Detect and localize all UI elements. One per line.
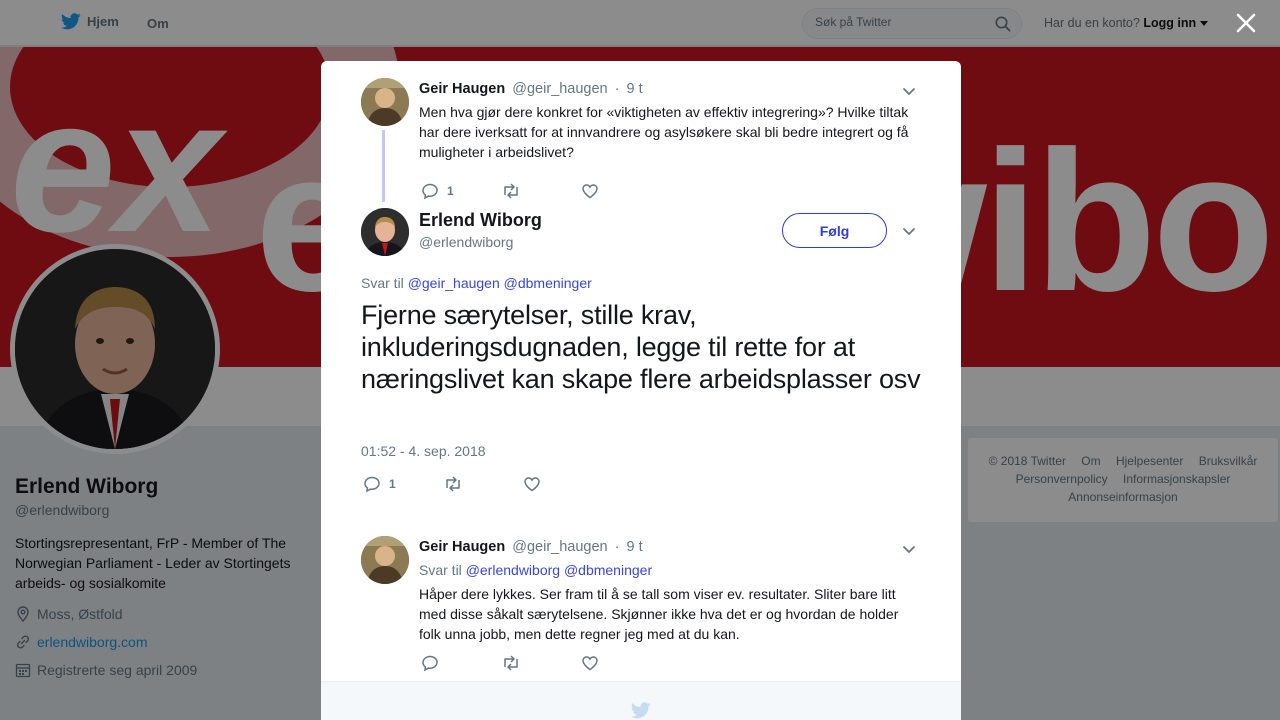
main-tweet-header: Erlend Wiborg @erlendwiborg Følg <box>361 208 921 264</box>
like-button[interactable] <box>523 475 603 493</box>
parent-tweet-actions: 1 <box>421 182 661 200</box>
main-tweet-author-name[interactable]: Erlend Wiborg <box>419 210 542 231</box>
main-tweet-reply-context: Svar til @geir_haugen @dbmeninger <box>361 275 592 291</box>
parent-tweet-separator: · <box>614 81 620 97</box>
parent-tweet[interactable]: Geir Haugen @geir_haugen · 9 t Men hva g… <box>361 78 921 200</box>
retweet-button[interactable] <box>443 475 523 493</box>
reply-button[interactable]: 1 <box>421 182 501 200</box>
main-tweet-text: Fjerne særytelser, stille krav, inkluder… <box>361 300 921 394</box>
chevron-down-icon <box>903 228 915 236</box>
reply-tweet-author-handle[interactable]: @geir_haugen <box>512 539 607 555</box>
chevron-down-icon <box>903 546 915 554</box>
reply-tweet-header: Geir Haugen @geir_haugen · 9 t <box>419 539 643 555</box>
mention-link[interactable]: @geir_haugen <box>408 275 500 291</box>
parent-tweet-text: Men hva gjør dere konkret for «viktighet… <box>419 104 909 160</box>
main-tweet-avatar[interactable] <box>361 208 409 256</box>
reply-tweet-separator: · <box>614 539 620 555</box>
reply-button[interactable] <box>421 654 501 672</box>
avatar-image <box>361 208 409 256</box>
reply-tweet-time[interactable]: 9 t <box>627 539 643 555</box>
twitter-bird-icon <box>631 702 651 719</box>
mention-link[interactable]: @dbmeninger <box>504 275 592 291</box>
reply-count: 1 <box>447 184 454 198</box>
parent-tweet-author-handle[interactable]: @geir_haugen <box>512 81 607 97</box>
modal-footer <box>321 681 961 720</box>
reply-tweet-actions <box>421 654 661 672</box>
mention-link[interactable]: @dbmeninger <box>564 562 652 578</box>
heart-icon <box>582 184 598 199</box>
parent-tweet-author-name[interactable]: Geir Haugen <box>419 81 505 97</box>
chevron-down-icon <box>903 88 915 96</box>
main-tweet-author-handle[interactable]: @erlendwiborg <box>419 234 513 250</box>
reply-icon <box>422 183 438 200</box>
like-button[interactable] <box>581 182 661 200</box>
reply-tweet[interactable]: Geir Haugen @geir_haugen · 9 t Svar til … <box>361 536 921 676</box>
heart-icon <box>582 656 598 671</box>
reply-button[interactable]: 1 <box>363 475 443 493</box>
retweet-button[interactable] <box>501 654 581 672</box>
reply-icon <box>422 655 438 672</box>
reply-tweet-menu-button[interactable] <box>897 538 921 562</box>
thread-connector-line <box>382 130 385 202</box>
reply-prefix: Svar til <box>419 562 462 578</box>
parent-tweet-header: Geir Haugen @geir_haugen · 9 t <box>419 81 643 97</box>
reply-tweet-author-name[interactable]: Geir Haugen <box>419 539 505 555</box>
mention-link[interactable]: @erlendwiborg <box>466 562 560 578</box>
tweet-modal: Geir Haugen @geir_haugen · 9 t Men hva g… <box>321 61 961 720</box>
reply-tweet-context: Svar til @erlendwiborg @dbmeninger <box>419 560 919 580</box>
avatar-image <box>361 78 409 126</box>
retweet-icon <box>504 183 518 199</box>
main-tweet-timestamp[interactable]: 01:52 - 4. sep. 2018 <box>361 443 486 459</box>
close-modal-button[interactable] <box>1232 9 1260 37</box>
parent-tweet-menu-button[interactable] <box>897 80 921 104</box>
retweet-icon <box>446 476 460 492</box>
retweet-button[interactable] <box>501 182 581 200</box>
retweet-icon <box>504 655 518 671</box>
reply-count: 1 <box>389 477 396 491</box>
heart-icon <box>524 477 540 492</box>
follow-button[interactable]: Følg <box>782 213 887 248</box>
reply-tweet-avatar[interactable] <box>361 536 409 584</box>
main-tweet-menu-button[interactable] <box>897 220 921 244</box>
reply-prefix: Svar til <box>361 275 404 291</box>
parent-tweet-avatar[interactable] <box>361 78 409 126</box>
like-button[interactable] <box>581 654 661 672</box>
reply-icon <box>364 476 380 493</box>
main-tweet-actions: 1 <box>363 475 603 493</box>
avatar-image <box>361 536 409 584</box>
parent-tweet-time[interactable]: 9 t <box>627 81 643 97</box>
close-icon <box>1236 13 1256 33</box>
reply-tweet-text: Håper dere lykkes. Ser fram til å se tal… <box>419 586 899 642</box>
